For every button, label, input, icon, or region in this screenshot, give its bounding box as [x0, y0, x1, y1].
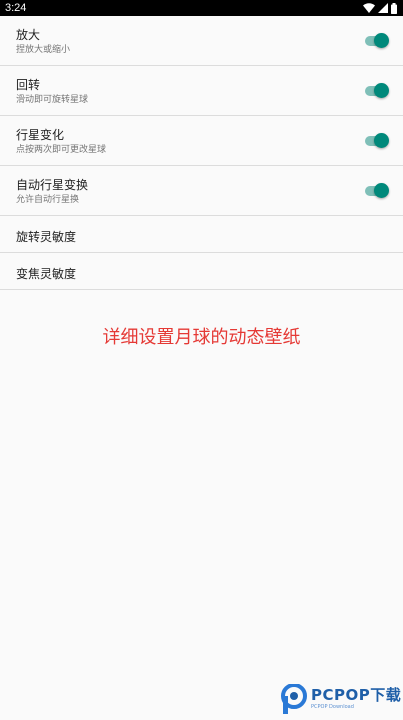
switch-thumb [374, 83, 389, 98]
setting-zoom[interactable]: 放大 捏放大或缩小 [0, 16, 403, 66]
setting-zoom-sensitivity[interactable]: 变焦灵敏度 [0, 253, 403, 290]
setting-rotation[interactable]: 回转 滑动即可旋转星球 [0, 66, 403, 116]
watermark-subtext: PCPOP Download [311, 704, 354, 710]
planet-change-switch[interactable] [365, 132, 389, 150]
setting-title: 变焦灵敏度 [16, 267, 77, 281]
setting-planet-change[interactable]: 行星变化 点按两次即可更改星球 [0, 116, 403, 166]
setting-summary: 捏放大或缩小 [16, 45, 71, 55]
pcpop-logo-icon [281, 684, 307, 714]
setting-title: 行星变化 [16, 128, 65, 142]
setting-title: 回转 [16, 78, 41, 92]
switch-thumb [374, 133, 389, 148]
status-bar: 3:24 [0, 0, 403, 16]
setting-summary: 点按两次即可更改星球 [16, 145, 107, 155]
setting-auto-planet-change[interactable]: 自动行星变换 允许自动行星换 [0, 166, 403, 216]
watermark-text: PCPOP下载 [311, 686, 402, 704]
status-time: 3:24 [5, 2, 27, 14]
rotation-switch[interactable] [365, 82, 389, 100]
setting-rotation-sensitivity[interactable]: 旋转灵敏度 [0, 216, 403, 253]
setting-summary: 滑动即可旋转星球 [16, 95, 89, 105]
auto-planet-change-switch[interactable] [365, 182, 389, 200]
switch-thumb [374, 33, 389, 48]
setting-title: 自动行星变换 [16, 178, 89, 192]
setting-summary: 允许自动行星换 [16, 195, 80, 205]
pcpop-watermark: PCPOP下载 PCPOP Download [281, 684, 401, 714]
switch-thumb [374, 183, 389, 198]
settings-list: 放大 捏放大或缩小 回转 滑动即可旋转星球 行星变化 点按两次即可更改星球 自动… [0, 16, 403, 290]
wifi-icon [363, 3, 375, 13]
promo-caption: 详细设置月球的动态壁纸 [102, 327, 301, 348]
zoom-switch[interactable] [365, 32, 389, 50]
cell-signal-icon [378, 3, 388, 13]
setting-title: 旋转灵敏度 [16, 230, 77, 244]
battery-icon [391, 2, 397, 14]
setting-title: 放大 [16, 28, 41, 42]
